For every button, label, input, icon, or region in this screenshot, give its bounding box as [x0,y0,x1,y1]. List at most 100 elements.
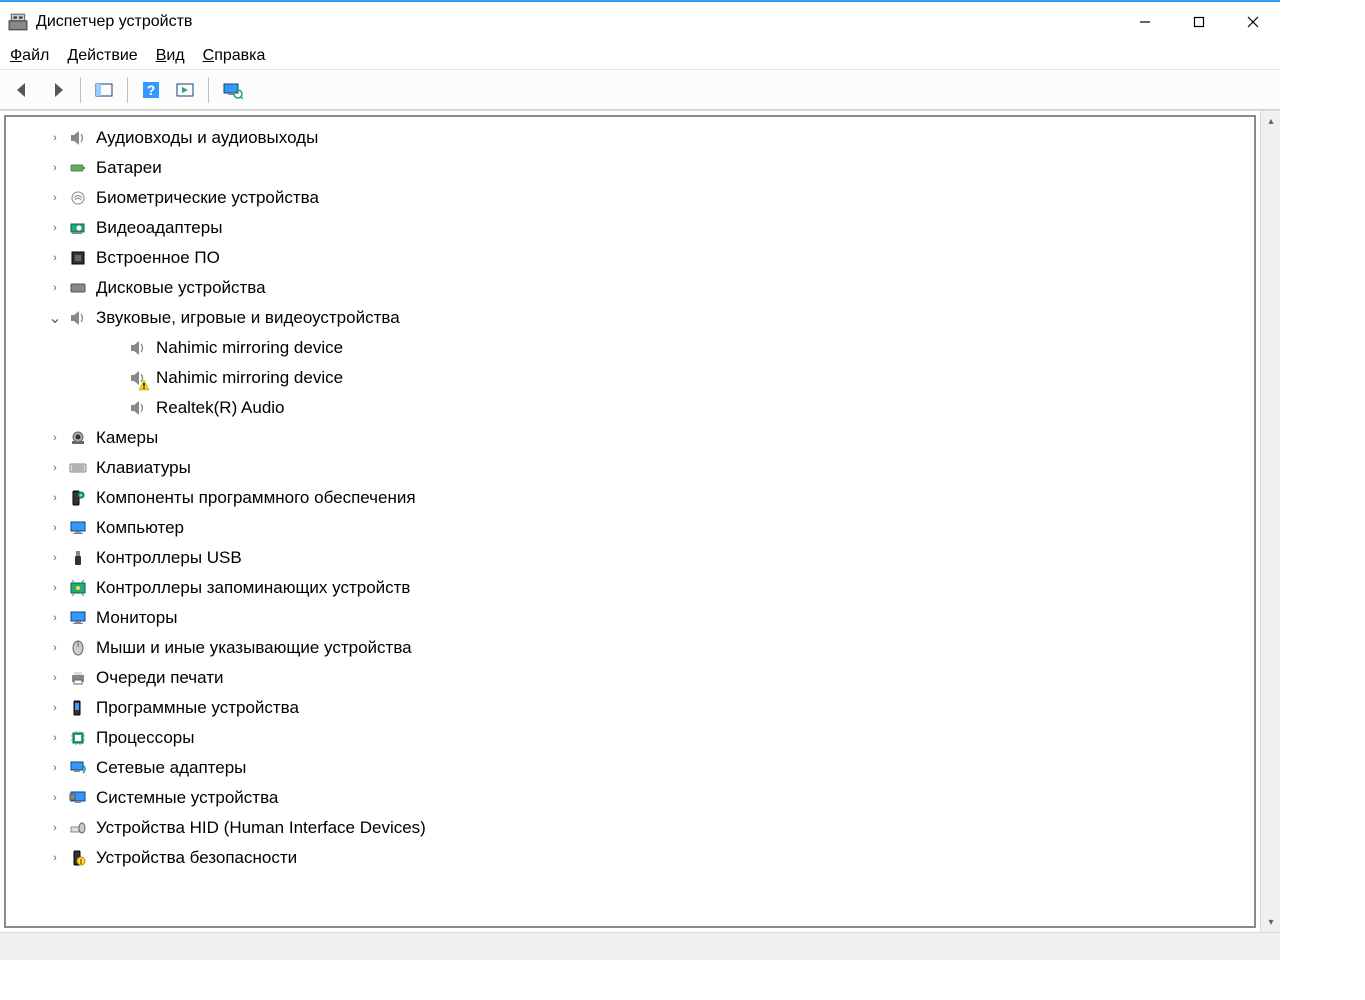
chevron-right-icon[interactable]: › [46,819,64,837]
chevron-right-icon[interactable]: › [46,579,64,597]
toolbar-show-hide-console[interactable] [89,75,119,105]
chevron-right-icon[interactable]: › [46,669,64,687]
chevron-right-icon[interactable]: › [46,609,64,627]
chevron-right-icon[interactable]: › [46,789,64,807]
statusbar [0,932,1280,960]
menubar: Файл Действие Вид Справка [0,42,1280,70]
device-category-label: Процессоры [96,728,194,748]
device-category-label: Устройства HID (Human Interface Devices) [96,818,426,838]
warning-overlay-icon [138,378,150,390]
device-category-label: Звуковые, игровые и видеоустройства [96,308,400,328]
chevron-right-icon[interactable]: › [46,639,64,657]
camera-icon [68,428,88,448]
device-category-label: Сетевые адаптеры [96,758,246,778]
menu-view[interactable]: Вид [156,47,185,65]
toolbar-scan-hardware[interactable] [170,75,200,105]
software-component-icon [68,488,88,508]
device-category[interactable]: ›Аудиовходы и аудиовыходы [6,123,1254,153]
window: Диспетчер устройств Файл Действие Вид Сп… [0,0,1280,960]
device-category[interactable]: ›Устройства безопасности [6,843,1254,873]
device-category[interactable]: › Клавиатуры [6,453,1254,483]
device-tree[interactable]: ›Аудиовходы и аудиовыходы›Батареи›Биомет… [4,115,1256,928]
vertical-scrollbar[interactable]: ▴ ▾ [1260,111,1280,932]
keyboard-icon [68,458,88,478]
device-category[interactable]: ›Камеры [6,423,1254,453]
device-category-label: Видеоадаптеры [96,218,222,238]
fingerprint-icon [68,188,88,208]
toolbar-add-legacy-device[interactable] [217,75,247,105]
speaker-icon [68,128,88,148]
menu-file[interactable]: Файл [10,47,49,65]
device-category[interactable]: › Процессоры [6,723,1254,753]
menu-action[interactable]: Действие [67,47,137,65]
device-category[interactable]: ›Дисковые устройства [6,273,1254,303]
toolbar-back[interactable] [8,75,38,105]
chevron-right-icon[interactable]: › [46,159,64,177]
device-category[interactable]: ›Программные устройства [6,693,1254,723]
device-category[interactable]: ›Контроллеры запоминающих устройств [6,573,1254,603]
system-icon [68,788,88,808]
device-category-label: Клавиатуры [96,458,191,478]
chevron-right-icon[interactable]: › [46,249,64,267]
device-category[interactable]: ›Мыши и иные указывающие устройства [6,633,1254,663]
device-category[interactable]: ⌄ Звуковые, игровые и видеоустройства [6,303,1254,333]
device-category[interactable]: › Очереди печати [6,663,1254,693]
network-icon [68,758,88,778]
chevron-right-icon[interactable]: › [46,849,64,867]
device-category[interactable]: › Контроллеры USB [6,543,1254,573]
hid-icon [68,818,88,838]
scroll-up-arrow[interactable]: ▴ [1261,111,1281,131]
chevron-right-icon[interactable]: › [46,459,64,477]
speaker-icon [128,368,148,388]
svg-text:?: ? [147,82,156,98]
storage-controller-icon [68,578,88,598]
device-category-label: Контроллеры USB [96,548,242,568]
toolbar-separator [80,77,81,103]
device-item-label: Realtek(R) Audio [156,398,285,418]
chevron-right-icon[interactable]: › [46,129,64,147]
device-category[interactable]: ›Встроенное ПО [6,243,1254,273]
device-category[interactable]: ›Мониторы [6,603,1254,633]
device-category-label: Системные устройства [96,788,278,808]
titlebar-app-icon [8,12,28,32]
device-category[interactable]: › Видеоадаптеры [6,213,1254,243]
device-item[interactable]: Nahimic mirroring device [6,333,1254,363]
usb-icon [68,548,88,568]
minimize-button[interactable] [1118,2,1172,42]
gpu-icon [68,218,88,238]
chevron-right-icon[interactable]: › [46,699,64,717]
chevron-down-icon[interactable]: ⌄ [46,309,64,327]
close-button[interactable] [1226,2,1280,42]
toolbar-separator [127,77,128,103]
device-category[interactable]: ›Биометрические устройства [6,183,1254,213]
chevron-right-icon[interactable]: › [46,429,64,447]
scroll-track[interactable] [1261,131,1280,912]
device-category[interactable]: › Батареи [6,153,1254,183]
maximize-button[interactable] [1172,2,1226,42]
chevron-right-icon[interactable]: › [46,219,64,237]
device-category-label: Очереди печати [96,668,224,688]
device-category[interactable]: ›Компоненты программного обеспечения [6,483,1254,513]
chevron-right-icon[interactable]: › [46,519,64,537]
device-category-label: Батареи [96,158,162,178]
cpu-icon [68,728,88,748]
chevron-right-icon[interactable]: › [46,759,64,777]
device-category[interactable]: ›Компьютер [6,513,1254,543]
toolbar-help[interactable]: ? [136,75,166,105]
battery-icon [68,158,88,178]
chevron-right-icon[interactable]: › [46,489,64,507]
chevron-right-icon[interactable]: › [46,279,64,297]
chevron-right-icon[interactable]: › [46,189,64,207]
device-category[interactable]: › Системные устройства [6,783,1254,813]
device-item[interactable]: Nahimic mirroring device [6,363,1254,393]
device-category[interactable]: › Сетевые адаптеры [6,753,1254,783]
titlebar[interactable]: Диспетчер устройств [0,2,1280,42]
scroll-down-arrow[interactable]: ▾ [1261,912,1281,932]
chevron-right-icon[interactable]: › [46,729,64,747]
menu-help[interactable]: Справка [203,47,266,65]
chevron-right-icon[interactable]: › [46,549,64,567]
disk-icon [68,278,88,298]
device-item[interactable]: Realtek(R) Audio [6,393,1254,423]
device-category[interactable]: › Устройства HID (Human Interface Devices… [6,813,1254,843]
toolbar-forward[interactable] [42,75,72,105]
